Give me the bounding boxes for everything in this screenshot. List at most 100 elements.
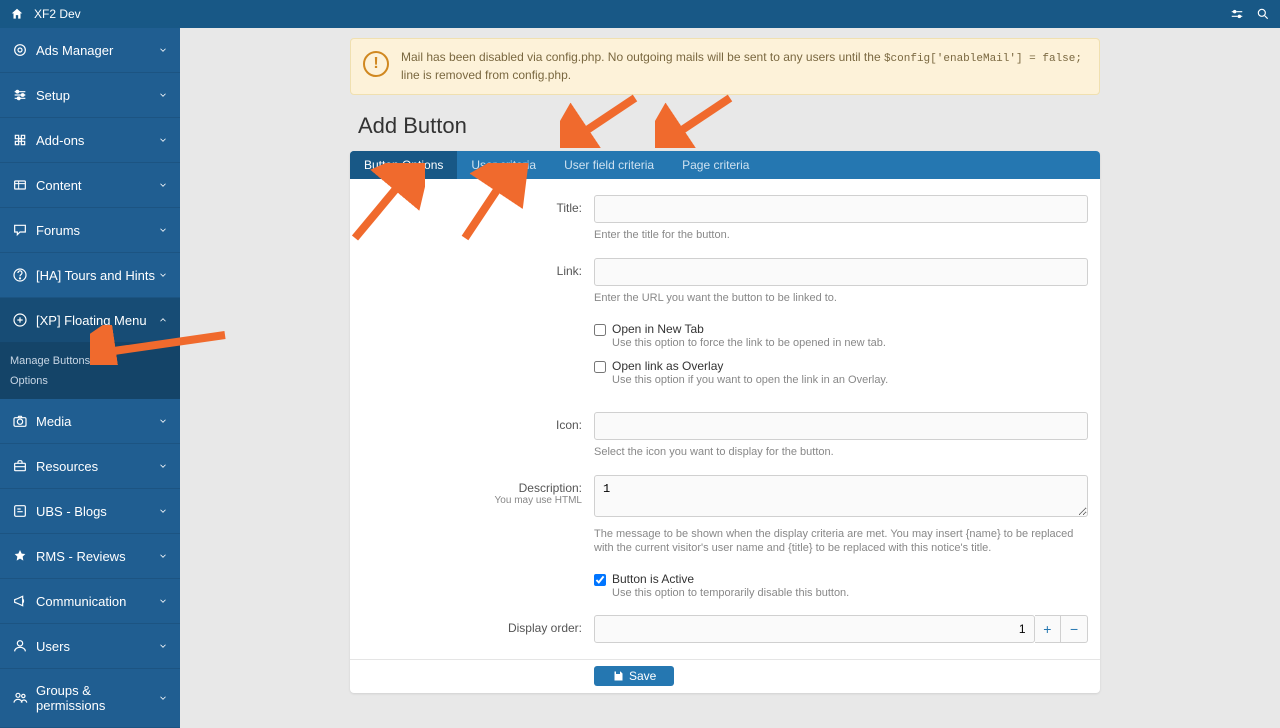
chevron-down-icon	[158, 225, 168, 235]
button-active-label: Button is Active	[612, 572, 849, 586]
sidebar-item-label: Add-ons	[36, 133, 158, 148]
sidebar-item-label: Ads Manager	[36, 43, 158, 58]
chevron-down-icon	[158, 596, 168, 606]
sidebar-subitem-manage-buttons[interactable]: Manage Buttons	[0, 351, 180, 371]
save-label: Save	[629, 669, 656, 683]
home-icon[interactable]	[10, 7, 24, 21]
title-input[interactable]	[594, 195, 1088, 223]
open-new-tab-help: Use this option to force the link to be …	[612, 337, 886, 349]
star-icon	[12, 548, 28, 564]
alert-text-suffix: line is removed from config.php.	[401, 68, 571, 82]
open-new-tab-label: Open in New Tab	[612, 322, 886, 336]
sidebar-item-communication[interactable]: Communication	[0, 579, 180, 624]
camera-icon	[12, 413, 28, 429]
sidebar-item-ads-manager[interactable]: Ads Manager	[0, 28, 180, 73]
puzzle-icon	[12, 132, 28, 148]
button-active-help: Use this option to temporarily disable t…	[612, 587, 849, 599]
sidebar-item-label: Forums	[36, 223, 158, 238]
main-content: ! Mail has been disabled via config.php.…	[180, 28, 1280, 728]
sidebar-item-resources[interactable]: Resources	[0, 444, 180, 489]
sidebar-item-label: Media	[36, 414, 158, 429]
save-button[interactable]: Save	[594, 666, 674, 686]
form-panel: Button OptionsUser criteriaUser field cr…	[350, 151, 1100, 692]
page-title: Add Button	[358, 113, 1100, 139]
help-icon	[12, 267, 28, 283]
admin-tools-icon[interactable]	[1230, 7, 1244, 21]
user-icon	[12, 638, 28, 654]
alert-code: $config['enableMail'] = false;	[884, 53, 1082, 65]
chat-icon	[12, 222, 28, 238]
sidebar-subitem-options[interactable]: Options	[0, 371, 180, 391]
description-input[interactable]	[594, 475, 1088, 517]
chevron-down-icon	[158, 506, 168, 516]
chevron-down-icon	[158, 416, 168, 426]
open-new-tab-checkbox[interactable]	[594, 324, 606, 336]
search-icon[interactable]	[1256, 7, 1270, 21]
sidebar-item-label: Content	[36, 178, 158, 193]
chevron-down-icon	[158, 693, 168, 703]
open-overlay-label: Open link as Overlay	[612, 359, 888, 373]
chevron-down-icon	[158, 641, 168, 651]
sliders-icon	[12, 87, 28, 103]
tab-user-criteria[interactable]: User criteria	[457, 151, 550, 179]
title-help: Enter the title for the button.	[594, 228, 1088, 242]
blog-icon	[12, 503, 28, 519]
chevron-down-icon	[158, 45, 168, 55]
sidebar-item-forums[interactable]: Forums	[0, 208, 180, 253]
sidebar-item--xp-floating-menu[interactable]: [XP] Floating Menu	[0, 298, 180, 343]
sidebar-item-label: Setup	[36, 88, 158, 103]
display-order-label: Display order:	[362, 615, 594, 643]
chevron-down-icon	[158, 135, 168, 145]
description-label: Description:	[519, 481, 582, 495]
sidebar-item-label: Communication	[36, 594, 158, 609]
chevron-down-icon	[158, 180, 168, 190]
chevron-up-icon	[158, 315, 168, 325]
chevron-down-icon	[158, 90, 168, 100]
link-help: Enter the URL you want the button to be …	[594, 291, 1088, 305]
sidebar-item-rms-reviews[interactable]: RMS - Reviews	[0, 534, 180, 579]
link-label: Link:	[362, 258, 594, 305]
plus-icon	[12, 312, 28, 328]
app-title: XF2 Dev	[34, 7, 81, 21]
title-label: Title:	[362, 195, 594, 242]
sidebar-item-add-ons[interactable]: Add-ons	[0, 118, 180, 163]
grid-icon	[12, 177, 28, 193]
top-bar: XF2 Dev	[0, 0, 1280, 28]
description-help: The message to be shown when the display…	[594, 527, 1088, 556]
increment-button[interactable]: +	[1035, 615, 1062, 643]
chevron-down-icon	[158, 461, 168, 471]
sidebar-item-label: [XP] Floating Menu	[36, 313, 158, 328]
sidebar-item-setup[interactable]: Setup	[0, 73, 180, 118]
icon-label: Icon:	[362, 412, 594, 459]
open-overlay-checkbox[interactable]	[594, 361, 606, 373]
target-icon	[12, 42, 28, 58]
display-order-input[interactable]	[594, 615, 1035, 643]
save-icon	[612, 670, 624, 682]
sidebar-item-label: Resources	[36, 459, 158, 474]
sidebar: Ads Manager Setup Add-ons Content Forums	[0, 28, 180, 728]
tab-page-criteria[interactable]: Page criteria	[668, 151, 763, 179]
sidebar-item--ha-tours-and-hints[interactable]: [HA] Tours and Hints	[0, 253, 180, 298]
briefcase-icon	[12, 458, 28, 474]
chevron-down-icon	[158, 270, 168, 280]
chevron-down-icon	[158, 551, 168, 561]
open-overlay-help: Use this option if you want to open the …	[612, 374, 888, 386]
button-active-checkbox[interactable]	[594, 574, 606, 586]
users-icon	[12, 690, 28, 706]
sidebar-item-label: Users	[36, 639, 158, 654]
sidebar-item-label: UBS - Blogs	[36, 504, 158, 519]
link-input[interactable]	[594, 258, 1088, 286]
tab-bar: Button OptionsUser criteriaUser field cr…	[350, 151, 1100, 179]
icon-input[interactable]	[594, 412, 1088, 440]
sidebar-item-label: Groups & permissions	[36, 683, 158, 713]
sidebar-item-ubs-blogs[interactable]: UBS - Blogs	[0, 489, 180, 534]
sidebar-item-users[interactable]: Users	[0, 624, 180, 669]
tab-user-field-criteria[interactable]: User field criteria	[550, 151, 668, 179]
sidebar-item-media[interactable]: Media	[0, 399, 180, 444]
sidebar-item-content[interactable]: Content	[0, 163, 180, 208]
icon-help: Select the icon you want to display for …	[594, 445, 1088, 459]
decrement-button[interactable]: −	[1061, 615, 1088, 643]
alert-mail-disabled: ! Mail has been disabled via config.php.…	[350, 38, 1100, 95]
sidebar-item-label: RMS - Reviews	[36, 549, 158, 564]
tab-button-options[interactable]: Button Options	[350, 151, 457, 179]
